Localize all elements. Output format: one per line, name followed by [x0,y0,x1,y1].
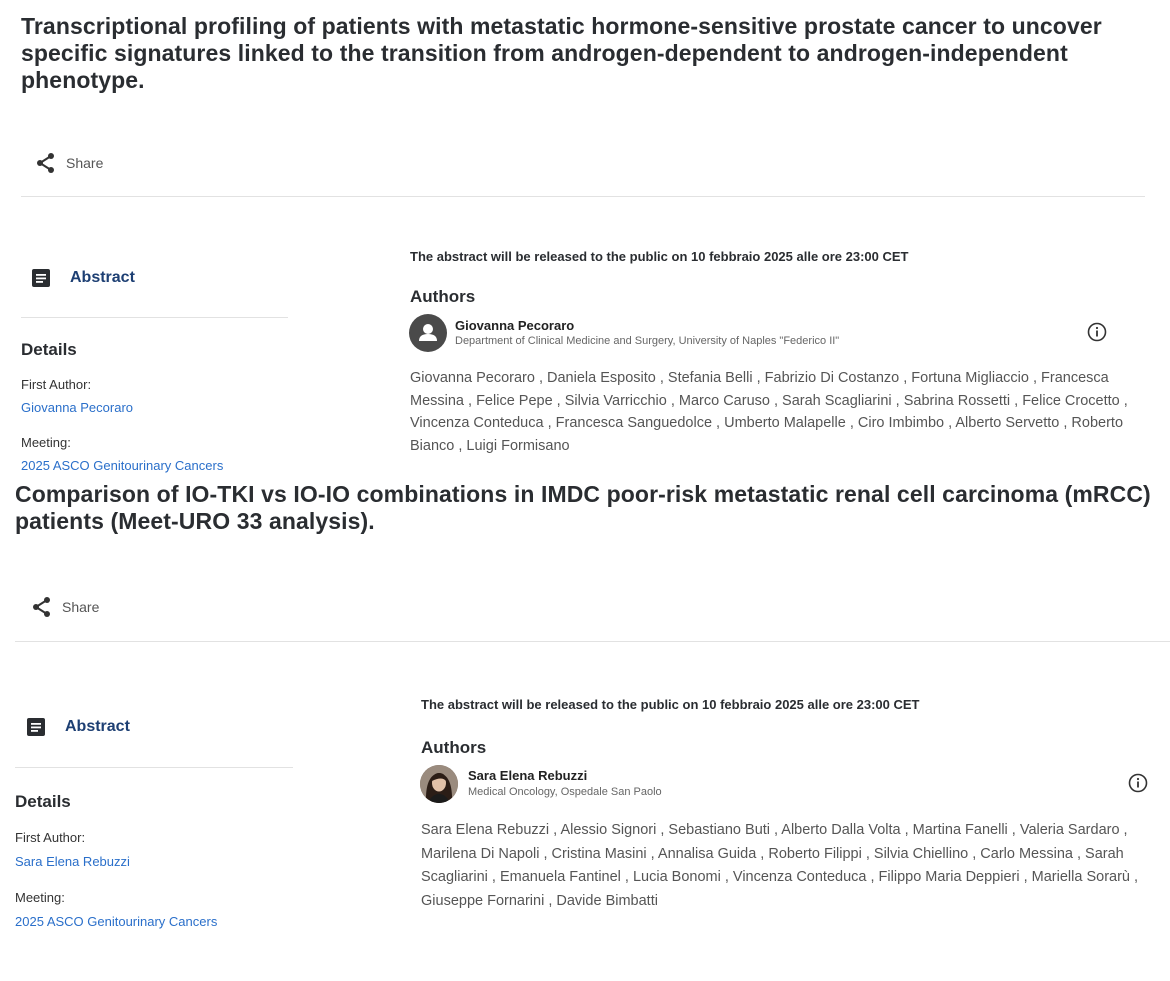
primary-author-name[interactable]: Giovanna Pecoraro [455,318,574,333]
authors-list: Giovanna Pecoraro , Daniela Esposito , S… [410,370,1128,454]
share-button[interactable]: Share [36,152,103,174]
share-icon [33,597,50,617]
share-button[interactable]: Share [32,596,99,618]
author-photo [420,765,458,803]
authors-heading: Authors [421,738,487,757]
release-notice: The abstract will be released to the pub… [421,697,920,712]
authors-heading: Authors [410,287,476,306]
avatar [409,314,447,352]
details-heading: Details [21,340,77,359]
first-author-label: First Author: [15,830,86,845]
meeting-link[interactable]: 2025 ASCO Genitourinary Cancers [21,458,223,473]
meeting-label: Meeting: [15,890,65,905]
share-icon [37,153,54,173]
divider [15,641,1170,642]
person-placeholder-icon [419,324,437,341]
first-author-label: First Author: [21,377,92,392]
details-heading: Details [15,792,71,811]
meeting-link[interactable]: 2025 ASCO Genitourinary Cancers [15,914,217,929]
tab-abstract[interactable]: Abstract [27,718,130,736]
info-icon[interactable] [1087,322,1107,342]
abstract-card-1: Transcriptional profiling of patients wi… [0,0,1170,474]
primary-author-name[interactable]: Sara Elena Rebuzzi [468,768,587,783]
release-notice: The abstract will be released to the pub… [410,249,909,264]
tab-abstract-label: Abstract [70,269,135,286]
info-icon[interactable] [1128,773,1148,793]
first-author-link[interactable]: Giovanna Pecoraro [21,400,133,415]
share-label: Share [62,599,100,615]
sidebar-divider [21,317,288,318]
meeting-label: Meeting: [21,435,71,450]
authors-list: Sara Elena Rebuzzi , Alessio Signori , S… [421,822,1139,909]
document-icon [32,269,50,287]
abstract-card-2: Comparison of IO-TKI vs IO-IO combinatio… [0,476,1170,981]
primary-author-affiliation: Medical Oncology, Ospedale San Paolo [468,786,662,798]
abstract-title: Transcriptional profiling of patients wi… [21,13,1102,93]
abstract-title: Comparison of IO-TKI vs IO-IO combinatio… [15,481,1151,534]
avatar [420,765,458,803]
primary-author-affiliation: Department of Clinical Medicine and Surg… [455,335,840,347]
tab-abstract-label: Abstract [65,718,130,735]
tab-abstract[interactable]: Abstract [32,269,135,287]
document-icon [27,718,45,736]
share-label: Share [66,155,104,171]
first-author-link[interactable]: Sara Elena Rebuzzi [15,854,130,869]
divider [21,196,1145,197]
sidebar-divider [15,767,293,768]
